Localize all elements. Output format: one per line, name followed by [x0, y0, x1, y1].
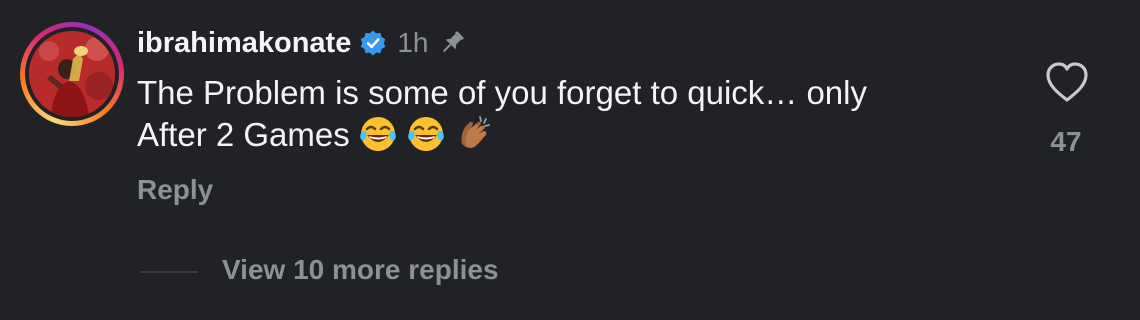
emoji-group — [358, 114, 494, 154]
timestamp: 1h — [397, 27, 429, 58]
view-more-replies-button[interactable]: View 10 more replies — [222, 254, 499, 286]
avatar-gap — [25, 27, 119, 121]
comment-text-line-2: After 2 Games — [137, 114, 997, 157]
reply-button[interactable]: Reply — [137, 174, 213, 206]
like-count: 47 — [1050, 126, 1082, 157]
avatar[interactable] — [20, 22, 124, 126]
face-with-tears-of-joy-icon — [407, 117, 444, 152]
face-with-tears-of-joy-icon — [359, 117, 396, 152]
comment-header: ibrahimakonate 1h — [137, 22, 467, 64]
avatar-photo-icon — [29, 31, 115, 117]
pin-icon — [442, 31, 464, 52]
replies-divider — [140, 271, 198, 273]
clapping-hands-icon — [461, 116, 490, 149]
username[interactable]: ibrahimakonate — [137, 27, 351, 60]
comment-text-line-1: The Problem is some of you forget to qui… — [137, 74, 867, 111]
heart-icon[interactable] — [1044, 60, 1090, 104]
avatar-photo — [29, 31, 115, 117]
verified-badge-icon — [361, 30, 386, 56]
comment-text-line-2-words: After 2 Games — [137, 116, 350, 153]
comment: ibrahimakonate 1h The Problem is some of… — [0, 0, 1140, 320]
comment-text: The Problem is some of you forget to qui… — [137, 72, 997, 157]
